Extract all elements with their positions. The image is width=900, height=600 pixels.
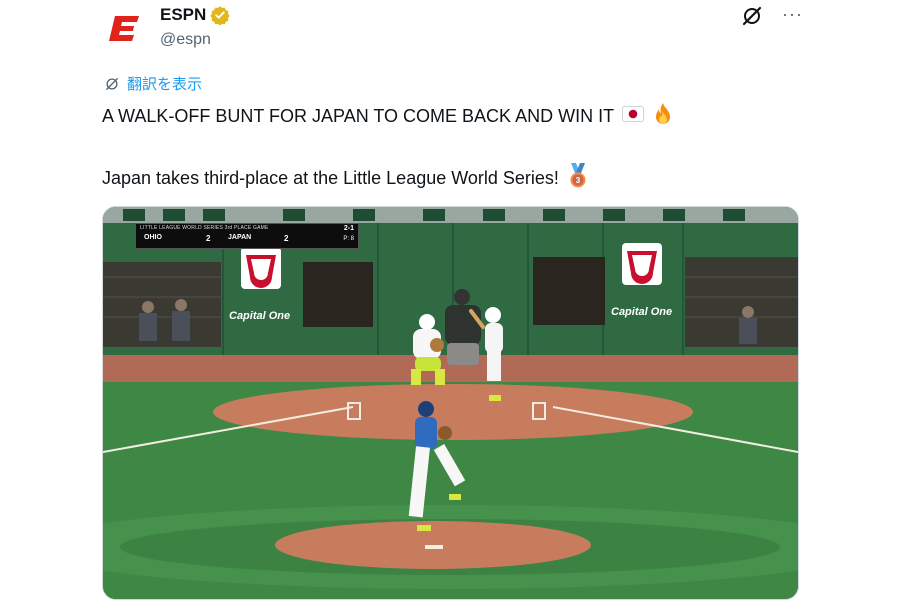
tweet-headline: A WALK-OFF BUNT FOR JAPAN TO COME BACK A… bbox=[102, 106, 615, 126]
pitch-number: P: 8 bbox=[343, 236, 354, 242]
handle[interactable]: @espn bbox=[160, 31, 211, 49]
fire-svg bbox=[656, 103, 671, 124]
tweet-text-line-1: A WALK-OFF BUNT FOR JAPAN TO COME BACK A… bbox=[102, 102, 674, 131]
svg-text:3: 3 bbox=[576, 176, 581, 185]
away-score: 2 bbox=[206, 234, 211, 243]
scorebug-home: JAPAN bbox=[228, 234, 251, 241]
bronze-medal-icon: 3 bbox=[567, 163, 589, 194]
scorebug-title: LITTLE LEAGUE WORLD SERIES 3rd PLACE GAM… bbox=[140, 225, 269, 231]
avatar[interactable] bbox=[101, 4, 149, 52]
bronze-medal-svg: 3 bbox=[570, 163, 586, 188]
verified-badge-icon bbox=[210, 6, 230, 25]
translate-label: 翻訳を表示 bbox=[127, 76, 203, 93]
scorebug-away: OHIO bbox=[144, 234, 162, 241]
japan-flag-icon bbox=[622, 106, 645, 127]
sponsor-left: Capital One bbox=[229, 310, 290, 322]
home-score: 2 bbox=[284, 234, 289, 243]
japan-flag-svg bbox=[622, 106, 645, 122]
away-team: OHIO bbox=[144, 234, 162, 241]
grok-translate-icon bbox=[106, 77, 118, 90]
tweet-subline: Japan takes third-place at the Little Le… bbox=[102, 168, 559, 188]
tweet-actions-top: ··· bbox=[740, 4, 803, 28]
more-options-icon[interactable]: ··· bbox=[782, 5, 803, 23]
sponsor-right: Capital One bbox=[611, 306, 672, 318]
fire-icon bbox=[652, 102, 674, 131]
espn-logo-icon bbox=[109, 16, 139, 41]
pitch-count: 2-1 bbox=[343, 225, 354, 232]
home-team: JAPAN bbox=[228, 234, 252, 241]
grok-icon[interactable] bbox=[740, 4, 764, 28]
translate-link[interactable]: 翻訳を表示 bbox=[103, 73, 202, 94]
baseball-field-image: Capital One Capital One bbox=[103, 207, 798, 599]
display-name[interactable]: ESPN bbox=[160, 5, 206, 25]
scorebug: LITTLE LEAGUE WORLD SERIES 3rd PLACE GAM… bbox=[135, 223, 359, 249]
tweet-media-video[interactable]: Capital One Capital One LITTLE LEAGUE WO… bbox=[102, 206, 799, 600]
tweet-text-line-2: Japan takes third-place at the Little Le… bbox=[102, 163, 589, 194]
name-row: ESPN bbox=[160, 5, 230, 25]
